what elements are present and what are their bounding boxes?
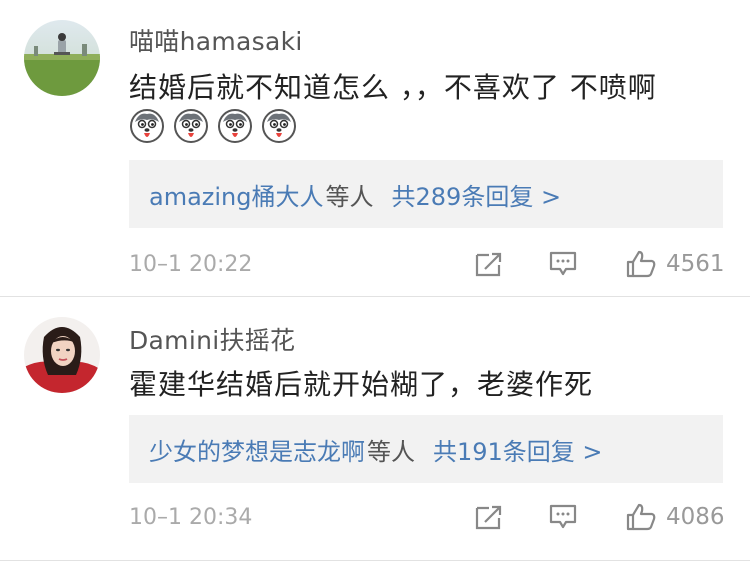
like-icon <box>626 503 656 531</box>
husky-tongue-emoji <box>174 109 208 143</box>
reply-count-link[interactable]: 共191条回复 > <box>433 432 603 467</box>
husky-tongue-emoji <box>218 109 252 143</box>
like-icon <box>626 250 656 278</box>
timestamp: 10–1 20:22 <box>129 251 253 277</box>
comment-item: 喵喵hamasaki 结婚后就不知道怎么 ，，不喜欢了 不喷啊 amazing桶… <box>0 0 750 297</box>
comment-text: 霍建华结婚后就开始糊了，老婆作死 <box>129 368 594 401</box>
comment-text: 结婚后就不知道怎么 ，，不喜欢了 不喷啊 <box>129 71 657 104</box>
reply-count-link[interactable]: 共289条回复 > <box>392 177 562 212</box>
comment-icon <box>549 251 577 276</box>
timestamp: 10–1 20:34 <box>129 504 253 530</box>
username[interactable]: 喵喵hamasaki <box>129 22 303 58</box>
like-button[interactable]: 4086 <box>626 503 725 531</box>
replies-summary[interactable]: 少女的梦想是志龙啊 等人 共191条回复 > <box>129 415 723 483</box>
share-icon <box>475 252 502 277</box>
like-count: 4086 <box>666 504 725 530</box>
share-button[interactable] <box>475 251 503 277</box>
comment-meta: 10–1 20:34 4086 <box>129 497 725 537</box>
husky-tongue-emoji <box>130 109 164 143</box>
avatar[interactable] <box>24 20 100 96</box>
comment-meta: 10–1 20:22 4561 <box>129 244 725 284</box>
username[interactable]: Damini扶摇花 <box>129 321 295 357</box>
share-icon <box>475 505 502 530</box>
reply-names-link[interactable]: 少女的梦想是志龙啊 <box>149 432 365 467</box>
like-button[interactable]: 4561 <box>626 250 725 278</box>
share-button[interactable] <box>475 504 503 530</box>
reply-suffix: 等人 <box>325 182 374 211</box>
reply-suffix: 等人 <box>367 437 415 466</box>
comment-button[interactable] <box>549 251 577 277</box>
comment-button[interactable] <box>549 504 577 530</box>
avatar[interactable] <box>24 317 100 393</box>
comment-icon <box>549 504 577 529</box>
husky-tongue-emoji <box>262 109 296 143</box>
comment-item: Damini扶摇花 霍建华结婚后就开始糊了，老婆作死 少女的梦想是志龙啊 等人 … <box>0 297 750 561</box>
like-count: 4561 <box>666 251 725 277</box>
emoji-row <box>129 108 297 144</box>
replies-summary[interactable]: amazing桶大人 等人 共289条回复 > <box>129 160 723 228</box>
reply-names-link[interactable]: amazing桶大人 <box>149 177 324 212</box>
